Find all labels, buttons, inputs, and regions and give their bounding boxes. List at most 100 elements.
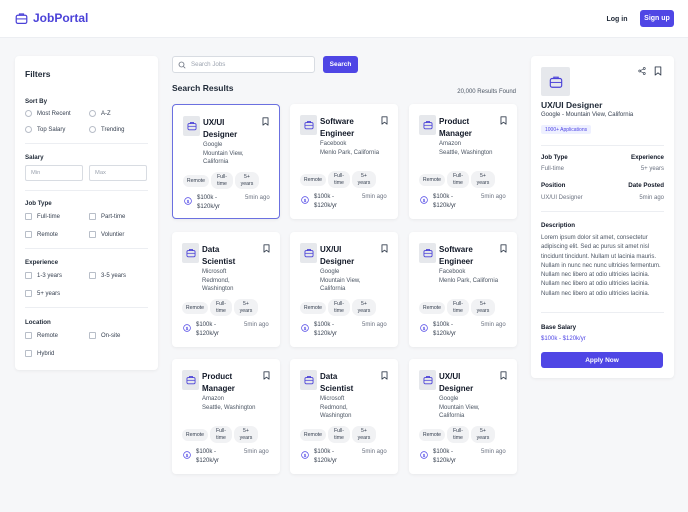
svg-text:$: $ bbox=[423, 453, 426, 458]
company-location: Menlo Park, California bbox=[439, 277, 499, 284]
experience-5-plus[interactable]: 5+ years bbox=[25, 290, 60, 297]
checkbox[interactable] bbox=[25, 290, 32, 297]
company-name: Google bbox=[320, 269, 340, 275]
checkbox[interactable] bbox=[25, 213, 32, 220]
briefcase-icon bbox=[304, 121, 313, 130]
sort-option-a-z[interactable]: A-Z bbox=[89, 110, 111, 117]
job-card[interactable]: UX/UI Designer Google Mountain View, Calif… bbox=[290, 232, 398, 347]
signup-button[interactable]: Sign up bbox=[640, 10, 674, 27]
bookmark-icon[interactable] bbox=[263, 244, 270, 253]
job-card[interactable]: Product Manager Amazon Seattle, Washington… bbox=[172, 359, 280, 474]
location-on-site[interactable]: On-site bbox=[89, 332, 120, 339]
share-icon[interactable] bbox=[638, 67, 646, 75]
job-tag: Remote bbox=[300, 302, 326, 314]
job-posted-time: 5min ago bbox=[362, 449, 387, 455]
briefcase-icon bbox=[187, 122, 196, 131]
company-name: Amazon bbox=[439, 141, 462, 147]
search-input[interactable]: Search Jobs bbox=[172, 56, 315, 73]
svg-text:$: $ bbox=[304, 198, 307, 203]
job-salary: $100k - $120k/yr bbox=[433, 449, 457, 464]
job-title: Software Engineer bbox=[320, 117, 355, 138]
radio-button[interactable] bbox=[25, 110, 32, 117]
salary-max-input[interactable]: Max bbox=[89, 165, 147, 181]
sort-option-most-recent[interactable]: Most Recent bbox=[25, 110, 71, 117]
company-location: Menlo Park, California bbox=[320, 149, 380, 156]
job-type-remote[interactable]: Remote bbox=[25, 231, 58, 238]
option-label: A-Z bbox=[101, 110, 111, 117]
login-button[interactable]: Log in bbox=[600, 11, 634, 27]
option-label: Remote bbox=[37, 332, 59, 339]
experience-3-5[interactable]: 3-5 years bbox=[89, 272, 126, 279]
bookmark-icon[interactable] bbox=[500, 244, 507, 253]
bookmark-icon[interactable] bbox=[262, 117, 269, 126]
job-salary: $100k - $120k/yr bbox=[314, 322, 338, 337]
job-tag: Full-time bbox=[447, 299, 469, 316]
option-label: 5+ years bbox=[37, 290, 61, 297]
checkbox[interactable] bbox=[89, 231, 96, 238]
briefcase-icon bbox=[423, 121, 432, 130]
job-type-part-time[interactable]: Part-time bbox=[89, 213, 125, 220]
job-details-panel: UX/UI Designer Google - Mountain View, C… bbox=[531, 56, 674, 378]
brand-logo[interactable]: JobPortal bbox=[15, 11, 88, 25]
job-title: Software Engineer bbox=[439, 245, 474, 266]
location-hybrid[interactable]: Hybrid bbox=[25, 350, 54, 357]
bookmark-icon[interactable] bbox=[263, 371, 270, 380]
job-card[interactable]: Product Manager Amazon Seattle, Washington… bbox=[409, 104, 517, 219]
checkbox[interactable] bbox=[25, 272, 32, 279]
job-card[interactable]: UX/UI Designer Google Mountain View, Calif… bbox=[172, 104, 280, 219]
location-remote[interactable]: Remote bbox=[25, 332, 58, 339]
bookmark-icon[interactable] bbox=[381, 244, 388, 253]
job-tag: Remote bbox=[183, 175, 209, 187]
sort-option-trending[interactable]: Trending bbox=[89, 126, 124, 133]
company-logo bbox=[182, 243, 199, 263]
company-logo bbox=[300, 243, 317, 263]
bookmark-icon[interactable] bbox=[500, 371, 507, 380]
job-type-voluntier[interactable]: Voluntier bbox=[89, 231, 124, 238]
job-tag: Remote bbox=[419, 429, 445, 441]
bookmark-icon[interactable] bbox=[500, 116, 507, 125]
job-tags: Remote Full-time 5+ years bbox=[300, 299, 376, 316]
job-type-full-time[interactable]: Full-time bbox=[25, 213, 60, 220]
date-posted-label: Date Posted bbox=[628, 182, 664, 189]
job-card[interactable]: UX/UI Designer Google Mountain View, Calif… bbox=[409, 359, 517, 474]
company-logo bbox=[182, 370, 199, 390]
svg-text:$: $ bbox=[186, 453, 189, 458]
divider bbox=[541, 211, 664, 212]
job-posted-time: 5min ago bbox=[362, 322, 387, 328]
job-salary: $100k - $120k/yr bbox=[197, 195, 221, 210]
bookmark-icon[interactable] bbox=[381, 371, 388, 380]
bookmark-icon[interactable] bbox=[654, 66, 662, 76]
option-label: Trending bbox=[101, 126, 125, 133]
radio-button[interactable] bbox=[89, 126, 96, 133]
job-card[interactable]: Software Engineer Facebook Menlo Park, Cal… bbox=[290, 104, 398, 219]
checkbox[interactable] bbox=[89, 272, 96, 279]
job-card[interactable]: Data Scientist Microsoft Redmond, Washingt… bbox=[172, 232, 280, 347]
briefcase-icon bbox=[423, 249, 432, 258]
company-logo bbox=[419, 243, 436, 263]
checkbox[interactable] bbox=[25, 332, 32, 339]
dollar-icon: $ bbox=[420, 324, 428, 332]
salary-min-input[interactable]: Min bbox=[25, 165, 83, 181]
search-button[interactable]: Search bbox=[323, 56, 358, 73]
job-tag: Remote bbox=[182, 429, 208, 441]
checkbox[interactable] bbox=[25, 350, 32, 357]
job-card[interactable]: Data Scientist Microsoft Redmond, Washingt… bbox=[290, 359, 398, 474]
radio-button[interactable] bbox=[25, 126, 32, 133]
checkbox[interactable] bbox=[89, 213, 96, 220]
apply-now-button[interactable]: Apply Now bbox=[541, 352, 663, 368]
job-tag: Full-time bbox=[210, 299, 232, 316]
salary-title: Salary bbox=[25, 154, 44, 161]
job-salary: $100k - $120k/yr bbox=[433, 322, 457, 337]
search-placeholder: Search Jobs bbox=[191, 61, 226, 68]
checkbox[interactable] bbox=[89, 332, 96, 339]
checkbox[interactable] bbox=[25, 231, 32, 238]
job-tag: 5+ years bbox=[235, 172, 259, 189]
sort-option-top-salary[interactable]: Top Salary bbox=[25, 126, 65, 133]
job-card[interactable]: Software Engineer Facebook Menlo Park, Cal… bbox=[409, 232, 517, 347]
company-location: Redmond, Washington bbox=[320, 404, 352, 420]
bookmark-icon[interactable] bbox=[381, 116, 388, 125]
job-posted-time: 5min ago bbox=[362, 194, 387, 200]
experience-1-3[interactable]: 1-3 years bbox=[25, 272, 62, 279]
radio-button[interactable] bbox=[89, 110, 96, 117]
company-info: Amazon Seattle, Washington bbox=[202, 395, 262, 412]
